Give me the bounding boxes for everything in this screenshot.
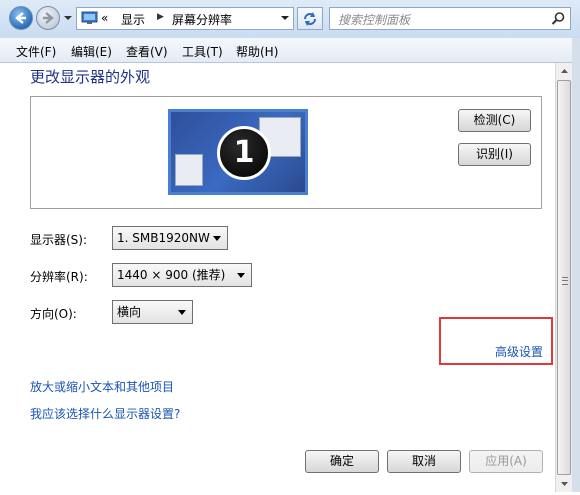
display-settings-help-link[interactable]: 我应该选择什么显示器设置? [30, 405, 180, 422]
history-dropdown-icon[interactable] [63, 13, 73, 23]
menu-view[interactable]: 查看(V) [126, 43, 168, 60]
breadcrumb-arrow-icon[interactable]: ▶ [157, 12, 164, 22]
display-select-value: 1. SMB1920NW [117, 231, 210, 245]
back-button[interactable] [9, 6, 33, 30]
menu-help[interactable]: 帮助(H) [236, 43, 278, 60]
forward-button[interactable] [36, 6, 60, 30]
display-select[interactable]: 1. SMB1920NW [112, 226, 228, 250]
monitor-1-thumbnail[interactable]: 1 [168, 109, 308, 195]
resolution-label: 分辨率(R): [30, 270, 88, 284]
search-placeholder: 搜索控制面板 [338, 13, 411, 27]
refresh-button[interactable] [297, 7, 323, 30]
breadcrumb-resolution[interactable]: 屏幕分辨率 [172, 11, 232, 28]
scroll-thumb[interactable] [557, 80, 571, 475]
search-icon[interactable] [551, 11, 566, 26]
monitor-window-graphic-small [175, 154, 203, 186]
search-input[interactable]: 搜索控制面板 [329, 7, 571, 30]
refresh-icon [304, 12, 316, 26]
display-label: 显示器(S): [30, 233, 88, 247]
control-panel-icon [81, 11, 98, 24]
vertical-scrollbar[interactable] [555, 63, 573, 492]
menu-bar: 文件(F) 编辑(E) 查看(V) 工具(T) 帮助(H) [0, 38, 580, 63]
forward-arrow-icon [43, 12, 54, 24]
grip-icon [562, 277, 568, 285]
chevron-down-icon [178, 310, 186, 315]
main-content: 更改显示器的外观 1 检测(C) 识别(I) 显示器(S): 1. SMB192… [0, 63, 555, 492]
text-size-link[interactable]: 放大或缩小文本和其他项目 [30, 378, 174, 395]
scroll-up-icon [561, 69, 568, 73]
breadcrumb-overflow[interactable]: « [101, 11, 108, 25]
menu-edit[interactable]: 编辑(E) [71, 43, 112, 60]
resolution-select-value: 1440 × 900 (推荐) [117, 268, 226, 282]
chevron-down-icon [213, 236, 221, 241]
back-arrow-icon [15, 12, 26, 24]
monitor-number-badge: 1 [217, 126, 271, 180]
window-border [572, 38, 580, 492]
advanced-settings-link[interactable]: 高级设置 [495, 343, 543, 360]
apply-button[interactable]: 应用(A) [469, 450, 543, 473]
chevron-down-icon [237, 273, 245, 278]
orientation-select[interactable]: 横向 [112, 300, 193, 324]
scroll-down-button[interactable] [556, 475, 573, 492]
address-bar: « 显示 ▶ 屏幕分辨率 搜索控制面板 [0, 0, 580, 39]
monitor-arrangement-panel: 1 检测(C) 识别(I) [30, 96, 542, 209]
orientation-label: 方向(O): [30, 307, 77, 321]
resolution-select[interactable]: 1440 × 900 (推荐) [112, 263, 252, 287]
detect-button[interactable]: 检测(C) [458, 109, 531, 132]
identify-button[interactable]: 识别(I) [458, 143, 531, 166]
address-box[interactable]: « 显示 ▶ 屏幕分辨率 [76, 7, 294, 30]
menu-file[interactable]: 文件(F) [16, 43, 56, 60]
scroll-down-icon [561, 482, 568, 486]
orientation-select-value: 横向 [117, 305, 142, 319]
breadcrumb-display[interactable]: 显示 [121, 11, 145, 28]
page-title: 更改显示器的外观 [30, 68, 151, 86]
cancel-button[interactable]: 取消 [387, 450, 461, 473]
scroll-up-button[interactable] [556, 63, 573, 80]
menu-tools[interactable]: 工具(T) [182, 43, 223, 60]
ok-button[interactable]: 确定 [305, 450, 379, 473]
address-dropdown-icon[interactable] [281, 14, 289, 22]
